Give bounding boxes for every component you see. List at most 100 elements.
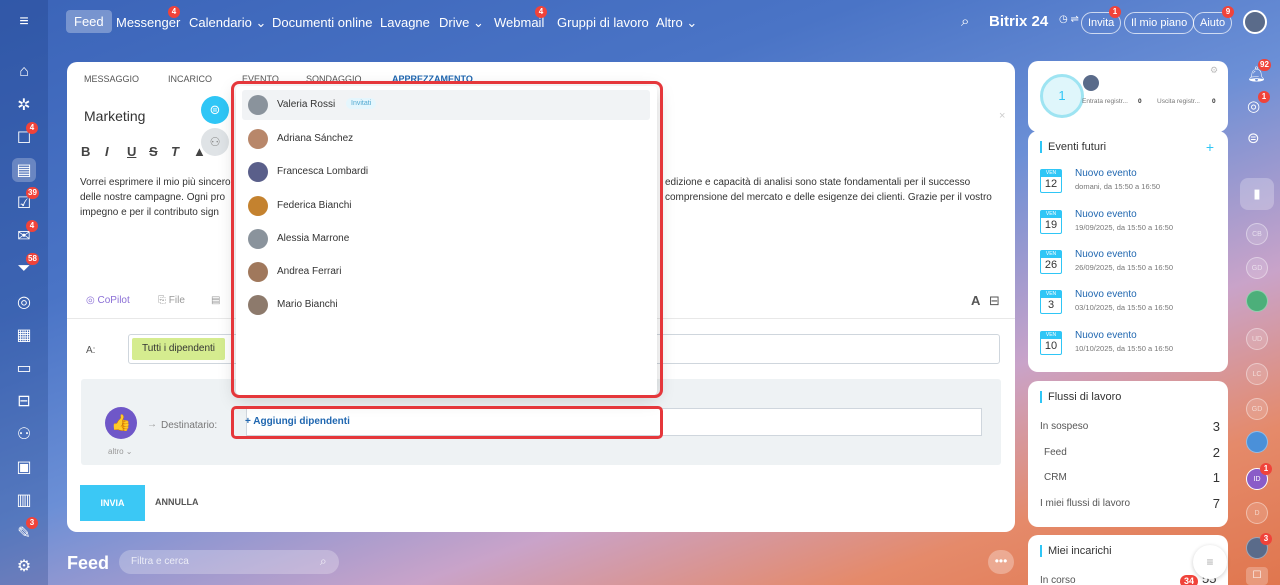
workflow-row[interactable]: In sospeso 3 [1040,419,1220,434]
user-avatar[interactable] [1243,10,1267,34]
right-rail: 🔔︎ 92 ◎ 1 ⊜ ▮ CB GD UD LC GD ID 1 D 3 ☐ [1236,55,1276,585]
target-icon[interactable]: ◎ [12,290,36,314]
search-icon[interactable]: ⌕ [961,13,969,30]
add-employees-link[interactable]: + Aggiungi dipendenti [245,416,350,427]
upcoming-events-widget: Eventi futuri + VEN 12 Nuovo evento doman… [1028,131,1228,372]
worktime-counter[interactable]: 1 [1040,74,1084,118]
home-icon[interactable]: ⌂ [12,60,36,84]
my-plan-button[interactable]: Il mio piano [1124,12,1195,34]
copilot-bubble-icon[interactable]: ⊜ [201,96,229,124]
brush-icon[interactable]: ▲ [193,144,206,159]
event-day: VEN [1041,170,1061,177]
search-icon[interactable]: ⌕ [320,554,327,569]
bp-icon[interactable]: ✎ 3 [12,517,38,545]
workflow-label: CRM [1044,472,1067,483]
menu-icon[interactable]: ≡ [12,10,36,34]
settings-icon[interactable]: ⚙ [1210,65,1218,76]
send-button[interactable]: INVIA [80,485,145,521]
avatar-ud[interactable]: UD [1246,328,1268,350]
nav-drive[interactable]: Drive ⌄ [439,15,484,31]
event-num: 12 [1044,178,1058,190]
calendar-icon[interactable]: ▦ [12,323,36,347]
text-format-icon[interactable]: A [971,293,980,308]
workflow-row[interactable]: Feed 2 [1044,445,1220,460]
list-icon[interactable]: ≡ [1193,545,1227,579]
nav-calendar[interactable]: Calendario ⌄ [189,15,266,31]
copilot-button[interactable]: ◎ CoPilot [86,295,130,306]
workflow-count: 1 [1212,470,1220,485]
schedule-icon[interactable]: ▥ [12,488,36,512]
mail-icon[interactable]: ✉ 4 [12,220,38,248]
cancel-button[interactable]: ANNULLA [155,497,199,507]
workflow-row[interactable]: I miei flussi di lavoro 7 [1040,496,1220,511]
groups-icon[interactable]: ⚇ [12,422,36,446]
avatar-gd-2[interactable]: GD [1246,398,1268,420]
avatar-d[interactable]: D [1246,502,1268,524]
chat-icon[interactable]: ☐ 4 [12,122,38,150]
tab-message[interactable]: Messaggio [84,74,139,84]
tab-task[interactable]: Incarico [168,74,212,84]
event-item[interactable]: VEN 10 Nuovo evento 10/10/2025, da 15:50 … [1040,327,1220,359]
event-day: VEN [1041,291,1061,298]
event-item[interactable]: VEN 12 Nuovo evento domani, da 15:50 a 16… [1040,165,1220,197]
checkout-label: Uscita registr... [1157,98,1200,105]
nav-workgroups[interactable]: Gruppi di lavoro [557,15,649,30]
event-time: domani, da 15:50 a 16:50 [1075,182,1161,191]
event-time: 19/09/2025, da 15:50 a 16:50 [1075,223,1174,232]
strikethrough-icon[interactable]: S [149,144,158,159]
close-icon[interactable]: × [999,110,1005,122]
nav-boards[interactable]: Lavagne [380,15,430,30]
italic-icon[interactable]: I [105,144,109,159]
feed-search-input[interactable]: Filtra e cerca [119,550,339,574]
nav-webmail[interactable]: Webmail [494,15,544,30]
event-item[interactable]: VEN 3 Nuovo evento 03/10/2025, da 15:50 a… [1040,286,1220,318]
bookmark-icon[interactable]: ▮ [1240,178,1274,210]
avatar-gd[interactable]: GD [1246,257,1268,279]
event-num: 26 [1044,259,1058,271]
invite-badge: 1 [1109,6,1121,18]
event-item[interactable]: VEN 19 Nuovo evento 19/09/2025, da 15:50 … [1040,206,1220,238]
crm-icon[interactable]: ⏷ 58 [12,253,39,281]
title-input[interactable]: Marketing [84,108,145,124]
workflow-row[interactable]: CRM 1 [1044,470,1220,485]
checkin-value: 0 [1138,98,1142,105]
more-options-icon[interactable]: ••• [988,550,1014,574]
brand-logo: Bitrix 24 [989,13,1049,30]
chat-avatar-icon[interactable] [1246,290,1268,312]
copilot-icon[interactable]: ✲ [12,93,36,117]
avatar-lc[interactable]: LC [1246,363,1268,385]
feed-title: Feed [67,553,110,573]
chevron-down-icon: ⌄ [472,15,484,30]
tasks-row-label[interactable]: In corso [1040,575,1076,585]
feed-icon[interactable]: ▤ [12,158,36,182]
chat-avatar-icon[interactable] [1246,431,1268,453]
nav-more[interactable]: Altro ⌄ [656,15,697,31]
thumbs-up-icon[interactable]: 👍 [105,407,137,439]
avatar [1083,75,1099,91]
body-line-2-right: comprensione del mercato e delle esigenz… [665,192,992,203]
board-icon[interactable]: ▣ [12,455,36,479]
file-button[interactable]: ⎘ File [158,295,185,306]
copilot-label: CoPilot [97,295,130,306]
drive-icon[interactable]: ⊟ [12,389,36,413]
tasks-icon[interactable]: ☑ 39 [12,187,39,215]
panel-icon[interactable]: ⊟ [989,293,1000,309]
document-icon[interactable]: ▭ [12,356,36,380]
more-badges-button[interactable]: altro ⌄ [108,447,133,456]
add-icon[interactable]: + [1206,139,1214,155]
clear-format-icon[interactable]: T [171,144,179,159]
event-date: VEN 12 [1040,169,1062,193]
underline-icon[interactable]: U [127,144,136,159]
nav-feed[interactable]: Feed [66,10,112,33]
copilot-chat-icon[interactable]: ⊜ [1247,129,1260,147]
avatar-cb[interactable]: CB [1246,223,1268,245]
event-item[interactable]: VEN 26 Nuovo evento 26/09/2025, da 15:50 … [1040,246,1220,278]
settings-icon[interactable]: ⚙ [12,554,36,578]
message-icon[interactable]: ☐ [1246,567,1268,585]
left-sidebar: ≡ ⌂ ✲ ☐ 4 ▤ ☑ 39 ✉ 4 ⏷ 58 ◎ ▦ ▭ ⊟ ⚇ ▣ ▥ ✎ 3 ⚙ [0,0,48,585]
nav-documents[interactable]: Documenti online [272,15,372,30]
doc-icon[interactable]: ▤ [211,295,220,306]
recipient-chip[interactable]: Tutti i dipendenti [132,338,226,360]
bold-icon[interactable]: B [81,144,90,159]
id-badge: 1 [1260,463,1272,475]
